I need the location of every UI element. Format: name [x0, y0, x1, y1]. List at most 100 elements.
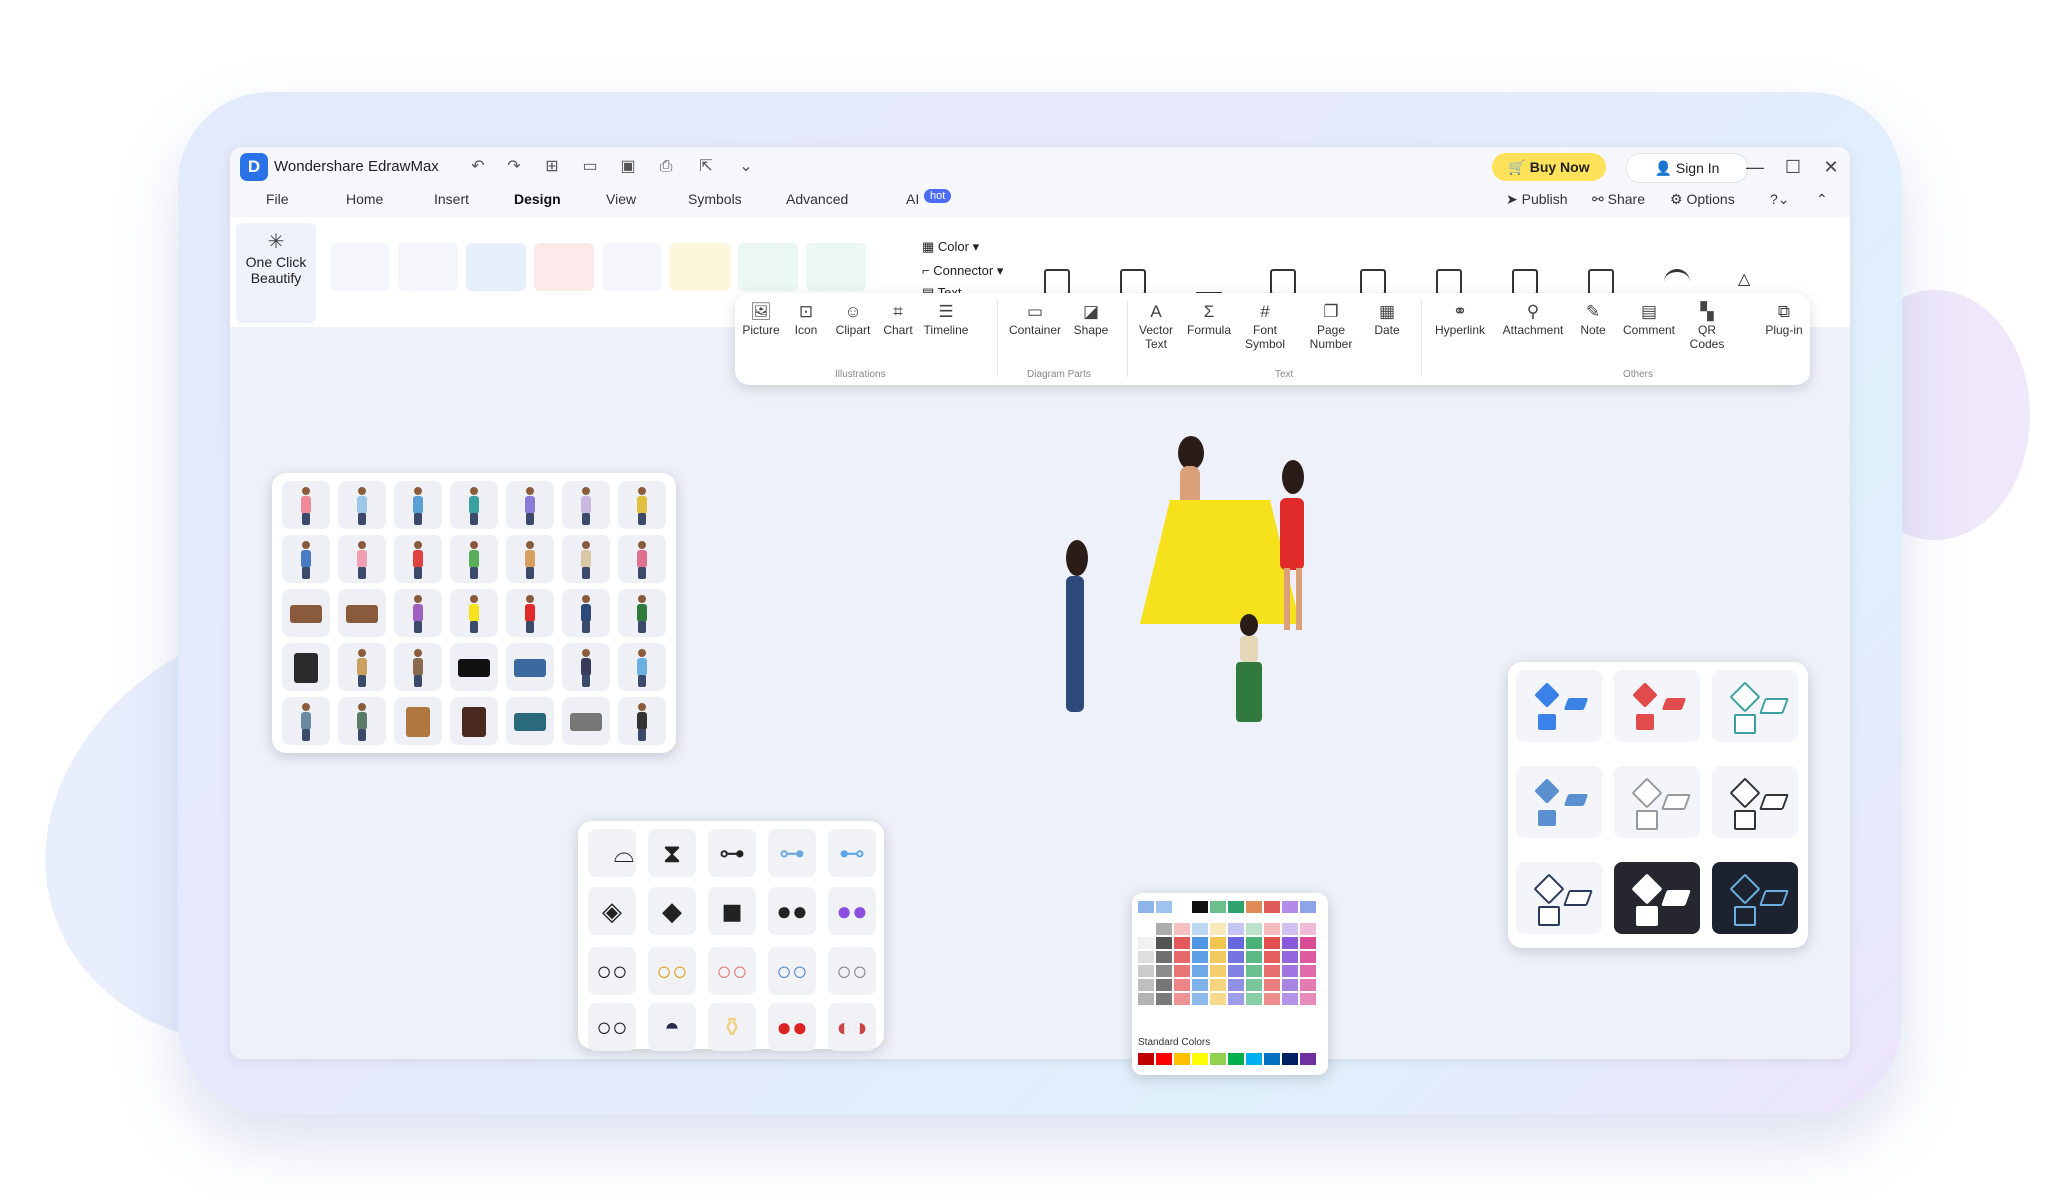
open-folder-icon[interactable]: ▭ [578, 155, 602, 179]
color-swatch[interactable] [1282, 993, 1298, 1005]
standard-color-swatch[interactable] [1264, 1053, 1280, 1065]
standard-color-swatch[interactable] [1174, 1053, 1190, 1065]
flowchart-theme-option[interactable] [1614, 862, 1700, 934]
flowchart-theme-option[interactable] [1516, 862, 1602, 934]
clipart-tool[interactable]: ☺ Clipart [831, 301, 875, 337]
connector-option[interactable]: ⌐ Connector ▾ [922, 263, 1003, 279]
person-clipart[interactable] [506, 589, 554, 637]
color-swatch[interactable] [1264, 979, 1280, 991]
vector-text-tool[interactable]: A Vector Text [1133, 301, 1179, 351]
flowchart-theme-option[interactable] [1516, 670, 1602, 742]
warning-icon[interactable]: △ [1738, 269, 1764, 295]
shape-tool[interactable]: ◪ Shape [1071, 301, 1111, 337]
share-button[interactable]: ⚯ Share [1592, 191, 1645, 208]
color-swatch[interactable] [1174, 965, 1190, 977]
person-clipart[interactable] [450, 589, 498, 637]
vr-headset-clipart[interactable]: ◈ [588, 887, 636, 935]
person-clipart[interactable] [562, 643, 610, 691]
sun-clipart[interactable] [450, 643, 498, 691]
flowchart-theme-option[interactable] [1614, 766, 1700, 838]
sunglasses-clipart[interactable]: ●● [768, 1003, 816, 1051]
person-clipart[interactable] [450, 535, 498, 583]
glasses-clipart[interactable]: ○○ [708, 947, 756, 995]
formula-tool[interactable]: Σ Formula [1185, 301, 1233, 337]
redo-icon[interactable]: ↷ [502, 155, 526, 179]
options-button[interactable]: ⚙ Options [1670, 191, 1735, 208]
undo-icon[interactable]: ↶ [466, 155, 490, 179]
person-clipart[interactable] [506, 535, 554, 583]
flowchart-theme-option[interactable] [1614, 670, 1700, 742]
color-swatch[interactable] [1210, 901, 1226, 913]
color-swatch[interactable] [1192, 965, 1208, 977]
person-clipart[interactable] [450, 481, 498, 529]
color-swatch[interactable] [1192, 937, 1208, 949]
girl-green-skirt-figure[interactable] [1226, 614, 1272, 742]
color-swatch[interactable] [1138, 951, 1154, 963]
date-tool[interactable]: ▦ Date [1369, 301, 1405, 337]
color-swatch[interactable] [1246, 901, 1262, 913]
color-swatch[interactable] [1246, 965, 1262, 977]
color-swatch[interactable] [1264, 965, 1280, 977]
color-swatch[interactable] [1300, 965, 1316, 977]
person-clipart[interactable] [282, 697, 330, 745]
color-swatch[interactable] [1138, 979, 1154, 991]
theme-style-7[interactable] [738, 243, 798, 291]
color-swatch[interactable] [1192, 901, 1208, 913]
standard-color-swatch[interactable] [1192, 1053, 1208, 1065]
standard-color-swatch[interactable] [1300, 1053, 1316, 1065]
theme-style-1[interactable] [330, 243, 390, 291]
color-swatch[interactable] [1174, 951, 1190, 963]
color-swatch[interactable] [1156, 937, 1172, 949]
orientation-icon[interactable] [1436, 269, 1462, 295]
export-icon[interactable]: ⇱ [694, 155, 718, 179]
duffel-clipart[interactable] [506, 697, 554, 745]
minimize-icon[interactable]: — [1742, 154, 1768, 180]
chart-tool[interactable]: ⌗ Chart [881, 301, 915, 337]
color-swatch[interactable] [1264, 993, 1280, 1005]
watch-clipart[interactable] [506, 643, 554, 691]
standard-color-swatch[interactable] [1282, 1053, 1298, 1065]
cap-clipart[interactable] [562, 697, 610, 745]
standard-color-swatch[interactable] [1210, 1053, 1226, 1065]
bag-clipart[interactable] [282, 643, 330, 691]
color-swatch[interactable] [1228, 951, 1244, 963]
color-swatch[interactable] [1210, 951, 1226, 963]
picture-tool[interactable]: 🖼 Picture [741, 301, 781, 337]
color-swatch[interactable] [1210, 965, 1226, 977]
color-swatch[interactable] [1156, 951, 1172, 963]
color-swatch[interactable] [1174, 923, 1190, 935]
color-swatch[interactable] [1174, 901, 1190, 913]
icon-tool[interactable]: ⊡ Icon [789, 301, 823, 337]
woman-red-dress-figure[interactable] [1262, 460, 1322, 636]
flowchart-theme-option[interactable] [1516, 766, 1602, 838]
color-swatch[interactable] [1138, 937, 1154, 949]
sunglasses-clipart[interactable]: ●● [828, 887, 876, 935]
person-clipart[interactable] [562, 589, 610, 637]
color-swatch[interactable] [1264, 923, 1280, 935]
glasses-clipart[interactable]: ⊶ [708, 829, 756, 877]
color-swatch[interactable] [1174, 993, 1190, 1005]
color-swatch[interactable] [1192, 979, 1208, 991]
flowchart-theme-option[interactable] [1712, 862, 1798, 934]
publish-button[interactable]: ➤ Publish [1506, 191, 1568, 208]
glasses-clipart[interactable]: ○○ [828, 947, 876, 995]
font-style-icon[interactable] [1270, 269, 1296, 295]
color-swatch[interactable] [1246, 979, 1262, 991]
color-swatch[interactable] [1138, 993, 1154, 1005]
color-swatch[interactable] [1282, 901, 1298, 913]
close-icon[interactable]: ✕ [1818, 154, 1844, 180]
hourglass-clipart[interactable]: ⧗ [648, 829, 696, 877]
page-style-icon[interactable] [1044, 269, 1070, 295]
color-swatch[interactable] [1156, 923, 1172, 935]
woman-yellow-dress-figure[interactable] [1140, 436, 1300, 624]
champagne-clipart[interactable]: ⚱ [708, 1003, 756, 1051]
color-option[interactable]: ▦ Color ▾ [922, 239, 979, 255]
standard-color-swatch[interactable] [1246, 1053, 1262, 1065]
new-file-icon[interactable]: ⊞ [540, 155, 564, 179]
page-background-icon[interactable] [1120, 269, 1146, 295]
wallet-clipart[interactable] [450, 697, 498, 745]
person-clipart[interactable] [562, 481, 610, 529]
tab-file[interactable]: File [266, 191, 289, 207]
vr-headset-clipart[interactable]: ◆ [648, 887, 696, 935]
tab-home[interactable]: Home [346, 191, 383, 207]
